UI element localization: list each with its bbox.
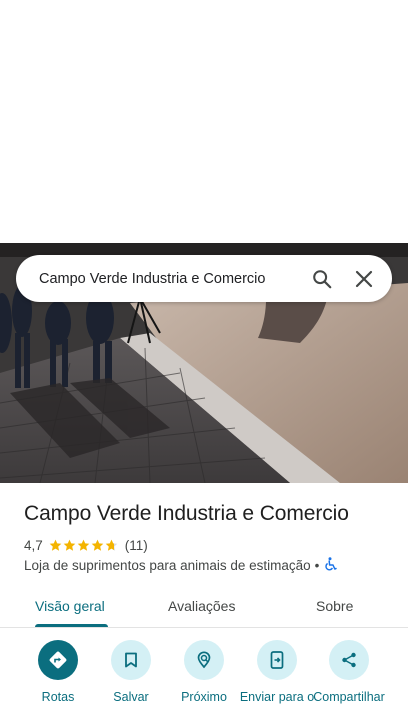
blank-area: [0, 0, 408, 243]
star-icon: [77, 539, 90, 551]
star-rating: [49, 539, 119, 552]
place-title: Campo Verde Industria e Comercio: [24, 502, 349, 525]
save-label: Salvar: [113, 690, 149, 704]
star-icon: [49, 539, 62, 551]
share-button[interactable]: Compartilhar: [309, 640, 389, 705]
search-input[interactable]: Campo Verde Industria e Comercio: [16, 271, 302, 287]
category-row: Loja de suprimentos para animais de esti…: [24, 556, 338, 574]
directions-button[interactable]: Rotas: [18, 640, 98, 705]
directions-label: Rotas: [41, 690, 75, 704]
send-to-phone-icon: [257, 640, 297, 680]
place-category: Loja de suprimentos para animais de esti…: [24, 557, 311, 573]
share-label: Compartilhar: [313, 690, 385, 704]
tab-reviews[interactable]: Avaliações: [168, 584, 235, 627]
search-icon[interactable]: [302, 259, 342, 299]
rating-row[interactable]: 4,7 (11): [24, 536, 148, 554]
nearby-button[interactable]: Próximo: [164, 640, 244, 705]
separator-dot: •: [314, 557, 320, 573]
send-to-phone-button[interactable]: Enviar para o: [237, 640, 317, 705]
nearby-icon: [184, 640, 224, 680]
tab-bar: Visão geral Avaliações Sobre: [0, 584, 408, 628]
close-icon[interactable]: [344, 259, 384, 299]
bookmark-icon: [111, 640, 151, 680]
nearby-label: Próximo: [181, 690, 227, 704]
directions-icon: [38, 640, 78, 680]
tab-about[interactable]: Sobre: [316, 584, 353, 627]
star-icon: [105, 539, 118, 551]
star-icon: [63, 539, 76, 551]
active-tab-indicator: [35, 624, 108, 627]
save-button[interactable]: Salvar: [91, 640, 171, 705]
wheelchair-icon: [324, 556, 338, 574]
star-icon: [91, 539, 104, 551]
review-count[interactable]: (11): [125, 538, 148, 553]
action-bar: Rotas Salvar Próximo Enviar para o Compa…: [0, 640, 408, 726]
send-to-phone-label: Enviar para o: [239, 690, 315, 704]
rating-value: 4,7: [24, 537, 43, 553]
tab-overview[interactable]: Visão geral: [35, 584, 105, 627]
search-bar[interactable]: Campo Verde Industria e Comercio: [16, 255, 392, 302]
share-icon: [329, 640, 369, 680]
